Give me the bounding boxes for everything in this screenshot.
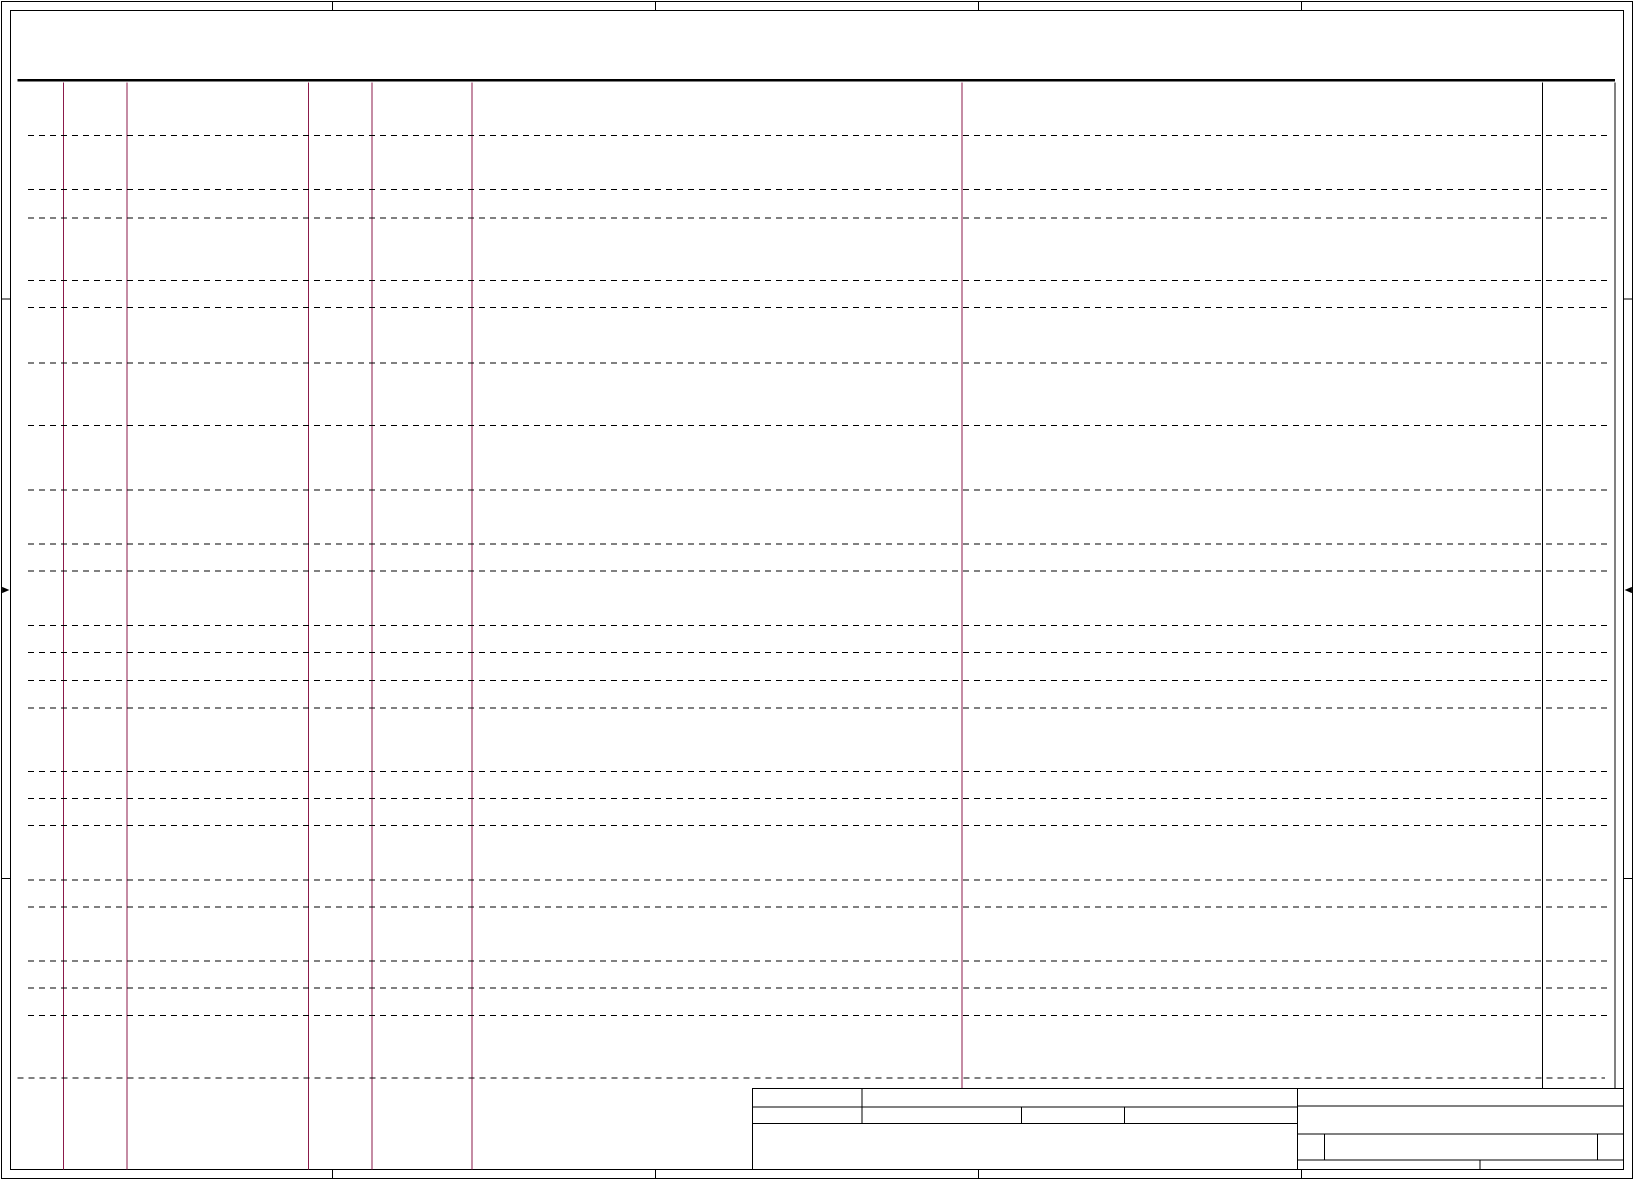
list-columns xyxy=(63,82,1616,1170)
list-rows xyxy=(17,135,1613,1079)
inner-border xyxy=(9,9,1625,1171)
centering-arrow-left xyxy=(2,586,10,594)
title-block-frame xyxy=(751,1087,1625,1171)
outer-border xyxy=(1,1,1634,1180)
title-block xyxy=(751,1087,1625,1171)
drawing-sheet xyxy=(1,1,1634,1180)
centering-arrow-right xyxy=(1624,586,1632,594)
sheet-frame xyxy=(1,1,1634,1180)
zone-markers xyxy=(1,1,1633,1179)
